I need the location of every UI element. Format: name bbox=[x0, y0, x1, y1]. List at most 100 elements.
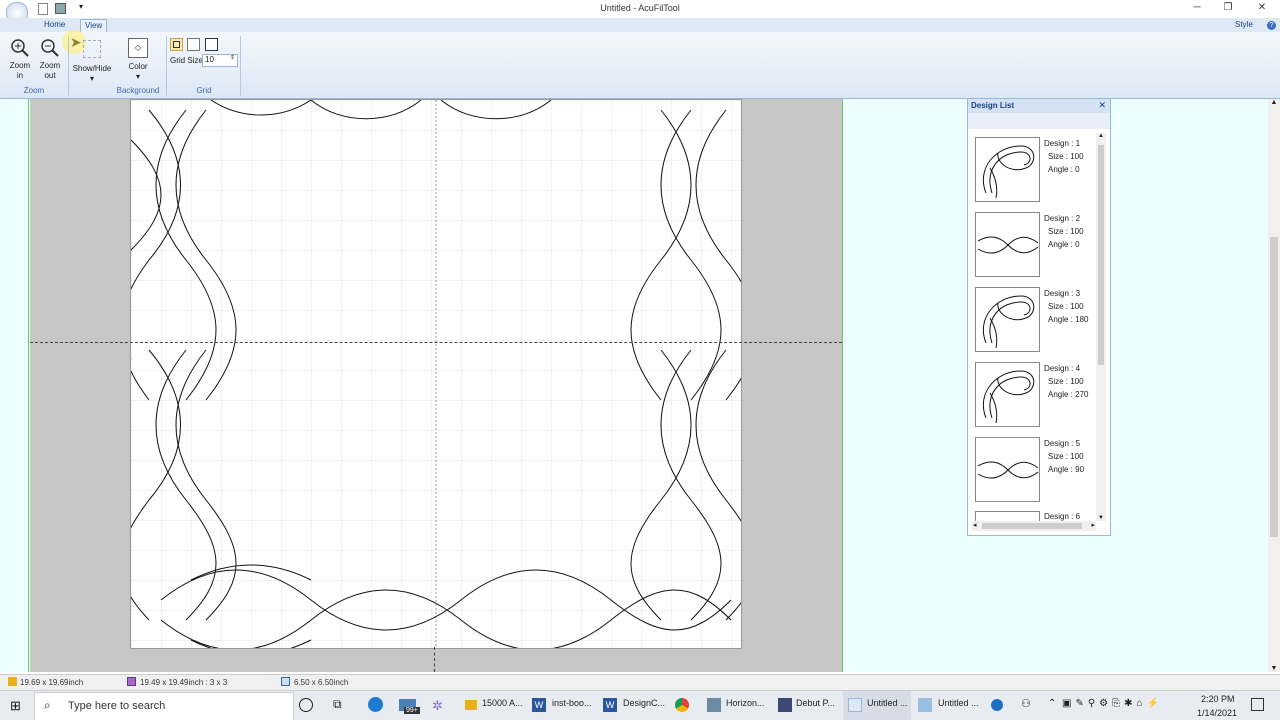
search-icon: ⌕ bbox=[44, 698, 51, 712]
minimize-button[interactable]: ─ bbox=[1190, 2, 1204, 14]
design-thumbnail-2[interactable] bbox=[975, 212, 1040, 277]
scroll-down-icon[interactable]: ▼ bbox=[1268, 665, 1280, 672]
taskbar-app-3[interactable]: DesignC... bbox=[623, 698, 665, 708]
vertical-center-guide bbox=[434, 647, 435, 672]
grid-style-2-button[interactable] bbox=[187, 38, 200, 51]
task-view-icon[interactable]: ⧉ bbox=[333, 697, 342, 712]
grid-style-3-button[interactable] bbox=[205, 38, 218, 51]
taskbar-search-box[interactable]: ⌕ Type here to search bbox=[34, 692, 294, 720]
grid-info-icon bbox=[127, 677, 136, 686]
tab-view[interactable]: View bbox=[80, 19, 108, 32]
zoom-in-label-2: in bbox=[16, 71, 24, 80]
workspace-vertical-scrollbar[interactable]: ▲ ▼ bbox=[1268, 99, 1280, 672]
show-hide-label: Show/Hide bbox=[72, 64, 112, 73]
design-info-4: Design : 4 Size : 100 Angle : 270 bbox=[1044, 362, 1088, 401]
design-canvas[interactable] bbox=[130, 99, 742, 649]
help-icon[interactable]: ? bbox=[1267, 21, 1276, 30]
design-thumbnail-4[interactable] bbox=[975, 362, 1040, 427]
scroll-up-icon[interactable]: ▲ bbox=[1096, 133, 1106, 139]
scroll-right-icon[interactable]: ▸ bbox=[1091, 521, 1095, 529]
design-list-header: Design List ✕ bbox=[968, 99, 1110, 113]
horizontal-center-guide bbox=[30, 342, 842, 343]
app-icon[interactable]: ✲ bbox=[432, 698, 443, 714]
design-4-preview bbox=[982, 370, 1035, 424]
taskbar-app-1[interactable]: 15000 A... bbox=[482, 698, 523, 708]
scroll-thumb[interactable] bbox=[1098, 145, 1104, 365]
chevron-down-icon: ▾ bbox=[135, 72, 140, 81]
scroll-down-icon[interactable]: ▼ bbox=[1096, 515, 1106, 521]
status-page-size: 19.69 x 19.69inch bbox=[20, 678, 84, 687]
design-thumbnail-1[interactable] bbox=[975, 137, 1040, 202]
design-size: Size : 100 bbox=[1048, 227, 1084, 236]
acufil-app-icon[interactable] bbox=[848, 698, 862, 712]
taskbar-app-2[interactable]: inst-boo... bbox=[552, 698, 592, 708]
design-size: Size : 100 bbox=[1048, 152, 1084, 161]
quilt-border-drawing bbox=[131, 100, 741, 648]
style-menu[interactable]: Style bbox=[1231, 19, 1257, 31]
design-2-preview bbox=[977, 236, 1039, 254]
design-info-3: Design : 3 Size : 100 Angle : 180 bbox=[1044, 287, 1088, 326]
grid-size-input[interactable]: 10 ⇕ bbox=[202, 54, 238, 67]
chrome-icon[interactable] bbox=[675, 698, 689, 712]
scroll-thumb[interactable] bbox=[1270, 237, 1278, 537]
design-list-horizontal-scrollbar[interactable]: ◂ ▸ bbox=[972, 521, 1096, 531]
zoom-out-label-2: out bbox=[44, 71, 56, 80]
taskbar-app-4[interactable]: Horizon... bbox=[726, 698, 765, 708]
people-icon[interactable]: ⚇ bbox=[1021, 697, 1031, 710]
zoom-in-label-1: Zoom bbox=[9, 61, 31, 70]
horizon-app-icon[interactable] bbox=[707, 698, 721, 712]
close-icon[interactable]: ✕ bbox=[1098, 100, 1106, 111]
color-button[interactable]: ◇ Color ▾ bbox=[124, 38, 152, 82]
acufil-app-icon[interactable] bbox=[918, 698, 932, 712]
grid-style-1-button[interactable] bbox=[170, 38, 183, 51]
scroll-left-icon[interactable]: ◂ bbox=[973, 521, 977, 529]
tab-home[interactable]: Home bbox=[40, 19, 69, 31]
clock-time[interactable]: 2:20 PM bbox=[1201, 694, 1235, 704]
design-angle: Angle : 0 bbox=[1048, 240, 1080, 249]
taskbar-app-6[interactable]: Untitled ... bbox=[867, 698, 908, 708]
scroll-thumb[interactable] bbox=[982, 523, 1082, 529]
taskbar-app-5[interactable]: Debut P... bbox=[796, 698, 835, 708]
design-angle: Angle : 180 bbox=[1048, 315, 1089, 324]
zoom-out-label-1: Zoom bbox=[39, 61, 61, 70]
design-angle: Angle : 0 bbox=[1048, 165, 1080, 174]
taskbar-app-7[interactable]: Untitled ... bbox=[938, 698, 979, 708]
show-hide-button[interactable]: Show/Hide ▾ bbox=[70, 38, 114, 84]
design-list-vertical-scrollbar[interactable]: ▲ ▼ bbox=[1096, 133, 1106, 521]
design-angle: Angle : 270 bbox=[1048, 390, 1089, 399]
status-design-size: 6.50 x 6.50inch bbox=[294, 678, 349, 687]
mail-badge: 99+ bbox=[404, 707, 420, 714]
design-thumbnail-5[interactable] bbox=[975, 437, 1040, 502]
search-placeholder: Type here to search bbox=[68, 700, 166, 712]
windows-start-icon[interactable]: ⊞ bbox=[10, 698, 21, 714]
design-5-preview bbox=[977, 461, 1039, 479]
debut-app-icon[interactable] bbox=[778, 698, 792, 712]
chevron-up-icon[interactable]: ⌃ bbox=[1048, 698, 1056, 709]
close-button[interactable]: ✕ bbox=[1255, 2, 1269, 14]
zoom-out-button[interactable]: Zoom out bbox=[36, 38, 64, 81]
zoom-in-icon bbox=[11, 39, 29, 57]
restore-button[interactable]: ❐ bbox=[1221, 2, 1235, 14]
group-grid-label: Grid bbox=[196, 86, 212, 95]
file-explorer-icon[interactable] bbox=[465, 700, 477, 710]
word-icon[interactable]: W bbox=[603, 698, 617, 712]
help-tray-icon[interactable] bbox=[991, 699, 1003, 711]
zoom-out-icon bbox=[41, 39, 59, 57]
tray-icons[interactable]: ▣✎⚲⚙⎘✱⌂⚡ bbox=[1062, 698, 1163, 709]
edge-icon[interactable] bbox=[368, 697, 383, 712]
group-background-label: Background bbox=[116, 86, 160, 95]
design-1-preview bbox=[982, 145, 1035, 199]
word-icon[interactable]: W bbox=[532, 698, 546, 712]
design-thumbnail-3[interactable] bbox=[975, 287, 1040, 352]
notifications-icon[interactable] bbox=[1251, 698, 1264, 711]
cortana-icon[interactable] bbox=[299, 698, 313, 712]
spinner-icon[interactable]: ⇕ bbox=[230, 54, 235, 61]
zoom-in-button[interactable]: Zoom in bbox=[6, 38, 34, 81]
chevron-down-icon: ▾ bbox=[89, 74, 94, 83]
design-name: Design : 2 bbox=[1044, 214, 1081, 223]
design-info-5: Design : 5 Size : 100 Angle : 90 bbox=[1044, 437, 1084, 476]
clock-date[interactable]: 1/14/2021 bbox=[1197, 708, 1237, 718]
scroll-up-icon[interactable]: ▲ bbox=[1268, 99, 1280, 106]
design-name: Design : 5 bbox=[1044, 439, 1081, 448]
design-size: Size : 100 bbox=[1048, 452, 1084, 461]
